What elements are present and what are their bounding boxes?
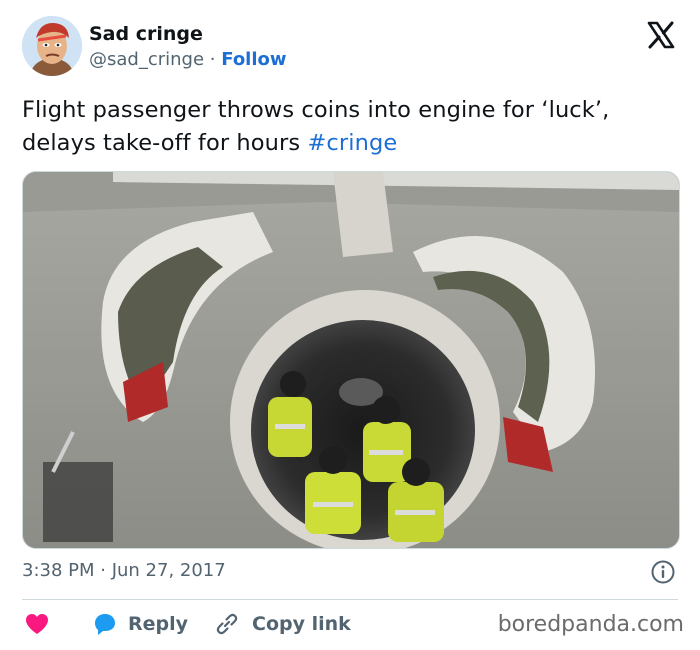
- link-icon: [216, 613, 238, 635]
- author-handle-line: @sad_cringe · Follow: [89, 49, 287, 70]
- copy-link-button[interactable]: Copy link: [214, 609, 351, 639]
- speech-bubble-icon: [95, 614, 115, 635]
- actions-divider: [22, 599, 678, 600]
- hashtag-link[interactable]: #cringe: [307, 130, 397, 156]
- heart-icon: [26, 614, 48, 634]
- info-icon[interactable]: [650, 559, 676, 585]
- tweet-photo[interactable]: [22, 171, 680, 549]
- follow-button[interactable]: Follow: [221, 49, 286, 70]
- author-display-name[interactable]: Sad cringe: [89, 23, 203, 45]
- reply-label: Reply: [128, 613, 189, 635]
- copy-link-label: Copy link: [252, 613, 351, 635]
- handle-separator: ·: [209, 49, 216, 70]
- tweet-header: Sad cringe @sad_cringe · Follow: [22, 16, 678, 78]
- airplane-engine-photo: [23, 172, 679, 548]
- tweet-timestamp[interactable]: 3:38 PM · Jun 27, 2017: [22, 560, 226, 581]
- x-logo-icon[interactable]: [646, 20, 676, 50]
- reply-button[interactable]: Reply: [92, 609, 188, 639]
- author-handle[interactable]: @sad_cringe: [89, 49, 204, 70]
- cartoon-avatar-icon: [22, 16, 82, 76]
- watermark-text: boredpanda.com: [497, 612, 684, 637]
- author-avatar[interactable]: [22, 16, 82, 76]
- like-button[interactable]: [24, 609, 50, 639]
- tweet-text: Flight passenger throws coins into engin…: [22, 94, 662, 160]
